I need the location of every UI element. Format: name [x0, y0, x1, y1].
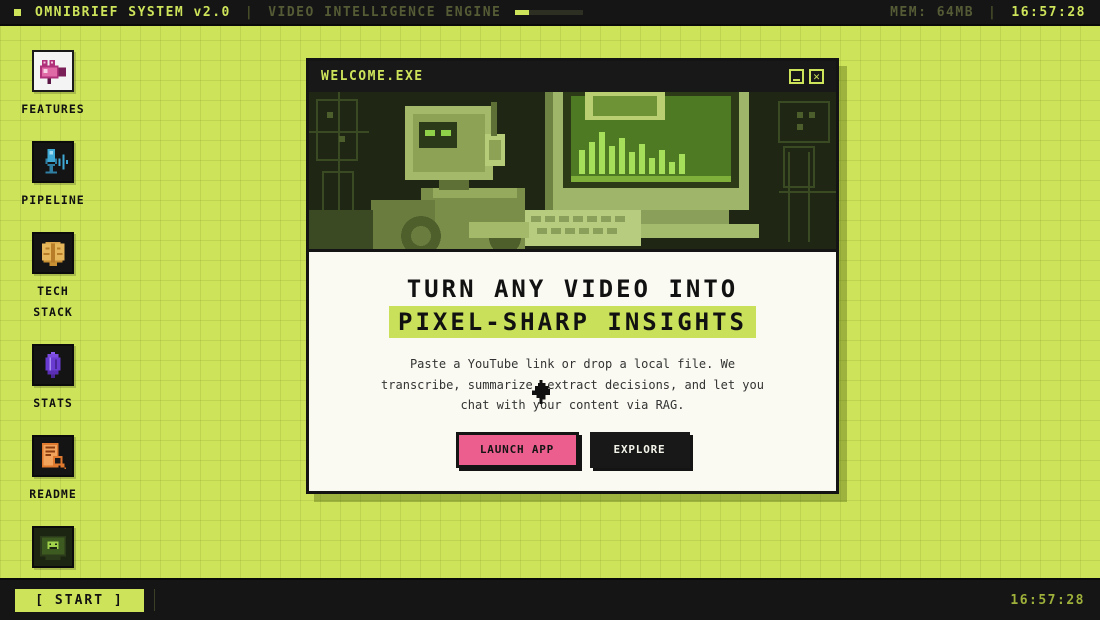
headline-line-2-highlighted: PIXEL-SHARP INSIGHTS: [389, 306, 756, 338]
close-icon: ✕: [813, 70, 820, 83]
hero-pixel-art: [309, 92, 836, 252]
welcome-actions: LAUNCH APP EXPLORE: [309, 431, 836, 468]
explore-button[interactable]: EXPLORE: [589, 431, 690, 468]
desktop-icon-label: FEATURES: [21, 102, 85, 116]
desktop-icon-stats[interactable]: STATS: [0, 344, 106, 414]
window-controls: ✕: [789, 69, 824, 84]
desktop-icon-label: README: [29, 487, 77, 501]
desktop-icon-readme[interactable]: README: [0, 435, 106, 505]
system-title: OMNIBRIEF SYSTEM v2.0: [35, 4, 231, 20]
welcome-content: TURN ANY VIDEO INTO PIXEL-SHARP INSIGHTS…: [309, 252, 836, 468]
minimize-button[interactable]: [789, 69, 804, 84]
welcome-window: WELCOME.EXE ✕ TURN ANY VIDEO INTO PIXEL-…: [306, 58, 839, 494]
window-titlebar[interactable]: WELCOME.EXE ✕: [309, 61, 836, 92]
desktop-icon-pipeline[interactable]: PIPELINE: [0, 141, 106, 211]
desktop-icon-tech-stack[interactable]: TECH STACK: [0, 232, 106, 323]
memory-readout: MEM: 64MB: [890, 4, 975, 20]
desktop-icon-label: TECH STACK: [33, 284, 73, 319]
terminal-icon: [32, 526, 74, 568]
minimize-icon: [793, 78, 800, 81]
document-magnifier-icon: [32, 435, 74, 477]
crystal-icon: [32, 344, 74, 386]
taskbar-clock: 16:57:28: [1010, 592, 1085, 608]
headline-line-1: TURN ANY VIDEO INTO: [406, 275, 739, 303]
close-button[interactable]: ✕: [809, 69, 824, 84]
robot-computer-illustration: [309, 92, 836, 249]
desktop-icon-label: STATS: [33, 396, 73, 410]
system-square-icon: [14, 8, 21, 16]
taskbar-divider: [154, 589, 155, 611]
video-camera-icon: [32, 50, 74, 92]
system-subtitle: VIDEO INTELLIGENCE ENGINE: [268, 4, 502, 20]
progress-fill: [515, 9, 529, 15]
mouse-cursor-icon: [532, 380, 550, 404]
clock-separator: |: [988, 4, 998, 20]
title-separator: |: [244, 4, 255, 20]
desktop-icon-terminal[interactable]: [0, 526, 106, 575]
microphone-waveform-icon: [32, 141, 74, 183]
topbar-clock: 16:57:28: [1011, 4, 1086, 20]
launch-app-button[interactable]: LAUNCH APP: [455, 431, 579, 468]
taskbar: [ START ] 16:57:28: [0, 578, 1100, 620]
brain-icon: [32, 232, 74, 274]
desktop-icon-features[interactable]: FEATURES: [0, 50, 106, 120]
loading-progress-bar: [515, 9, 584, 15]
welcome-description: Paste a YouTube link or drop a local fil…: [381, 357, 764, 412]
start-button[interactable]: [ START ]: [15, 588, 144, 612]
window-title: WELCOME.EXE: [321, 69, 424, 84]
top-bar: OMNIBRIEF SYSTEM v2.0 | VIDEO INTELLIGEN…: [0, 0, 1100, 26]
desktop-icon-label: PIPELINE: [21, 193, 85, 207]
